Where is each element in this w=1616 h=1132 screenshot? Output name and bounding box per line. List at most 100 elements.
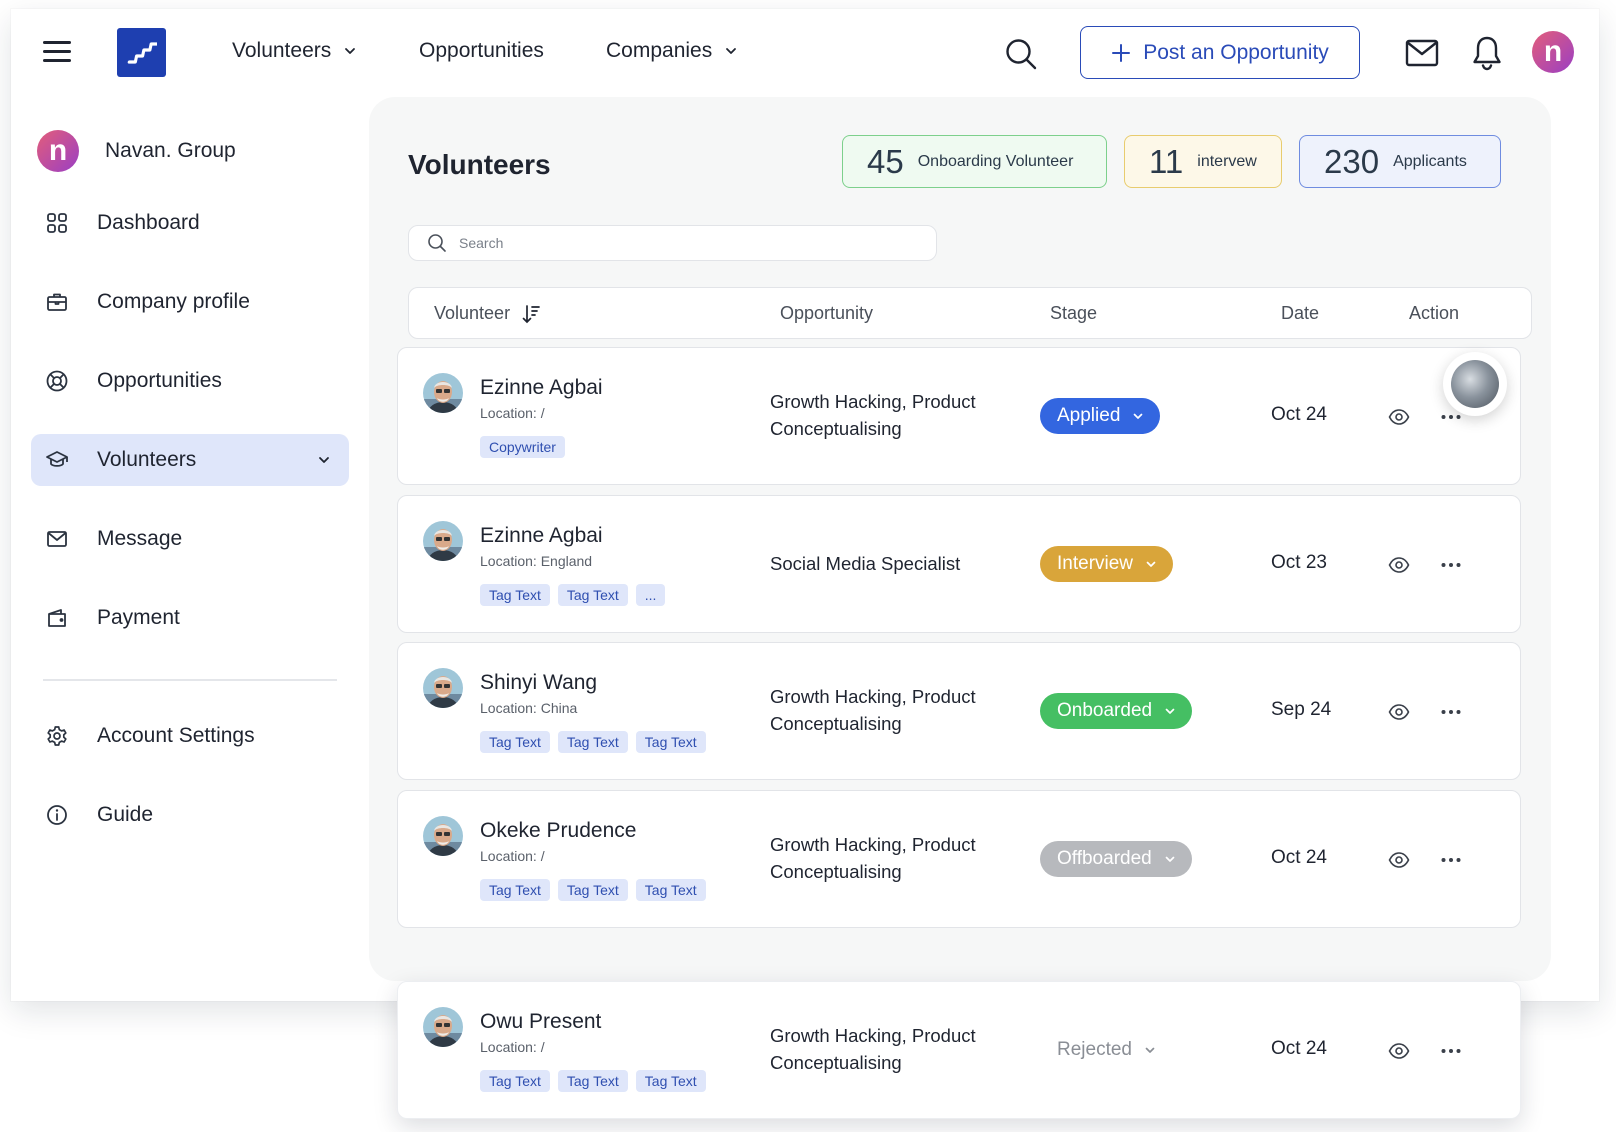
- stat-label: Onboarding Volunteer: [917, 152, 1074, 170]
- column-label: Volunteer: [434, 303, 511, 323]
- org-avatar: n: [37, 130, 79, 172]
- stat-interview[interactable]: 11 intervew: [1124, 135, 1282, 188]
- skill-tag: Tag Text: [480, 1070, 550, 1092]
- mail-icon[interactable]: [1405, 39, 1439, 67]
- search-icon[interactable]: [1004, 37, 1038, 71]
- eye-icon[interactable]: [1388, 1040, 1410, 1062]
- mail-icon: [45, 527, 69, 551]
- sidebar-item-guide[interactable]: Guide: [31, 789, 349, 841]
- table-row[interactable]: Owu Present Location: / Tag Text Tag Text…: [397, 981, 1521, 1119]
- user-avatar[interactable]: n: [1532, 31, 1574, 73]
- opportunity-line: Growth Hacking, Product: [770, 834, 976, 855]
- sidebar-item-volunteers[interactable]: Volunteers: [31, 434, 349, 486]
- stage-dropdown[interactable]: Offboarded: [1040, 841, 1192, 877]
- brand-logo[interactable]: [117, 28, 166, 77]
- volunteer-avatar[interactable]: [423, 1007, 463, 1047]
- top-navbar: Volunteers Opportunities Companies Post …: [11, 9, 1599, 97]
- plus-icon: [1112, 43, 1131, 62]
- volunteer-tags: Tag Text Tag Text Tag Text: [480, 1070, 706, 1092]
- sidebar-item-dashboard[interactable]: Dashboard: [31, 197, 349, 249]
- table-row[interactable]: Okeke Prudence Location: / Tag Text Tag T…: [397, 790, 1521, 928]
- eye-icon[interactable]: [1388, 849, 1410, 871]
- more-horizontal-icon[interactable]: [1440, 554, 1462, 576]
- post-opportunity-button[interactable]: Post an Opportunity: [1080, 26, 1360, 79]
- volunteer-name[interactable]: Ezinne Agbai: [480, 524, 603, 548]
- column-opportunity-header: Opportunity: [780, 303, 873, 324]
- column-date-header: Date: [1281, 303, 1319, 324]
- skill-tag: Copywriter: [480, 436, 565, 458]
- nav-opportunities-link[interactable]: Opportunities: [419, 39, 544, 63]
- column-volunteer-header[interactable]: Volunteer: [434, 303, 540, 324]
- stage-dropdown[interactable]: Onboarded: [1040, 693, 1193, 729]
- sidebar-item-message[interactable]: Message: [31, 513, 349, 565]
- briefcase-icon: [45, 290, 69, 314]
- sidebar-item-payment[interactable]: Payment: [31, 592, 349, 644]
- stat-value: 45: [867, 142, 904, 180]
- skill-tag: Tag Text: [480, 731, 550, 753]
- sidebar-item-opportunities[interactable]: Opportunities: [31, 355, 349, 407]
- chevron-down-icon: [1165, 708, 1175, 714]
- skill-tag: Tag Text: [480, 584, 550, 606]
- eye-icon[interactable]: [1388, 406, 1410, 428]
- opportunity-line: Conceptualising: [770, 1052, 902, 1073]
- row-date: Oct 24: [1271, 1038, 1327, 1059]
- row-date: Oct 24: [1271, 847, 1327, 868]
- sort-icon[interactable]: [522, 304, 540, 324]
- opportunity-text: Growth Hacking, Product Conceptualising: [770, 683, 1010, 737]
- volunteer-avatar[interactable]: [423, 816, 463, 856]
- hamburger-menu-icon[interactable]: [43, 41, 71, 63]
- search-input[interactable]: [459, 235, 899, 251]
- stage-label: Onboarded: [1057, 700, 1153, 721]
- grid-icon: [45, 211, 69, 235]
- more-horizontal-icon[interactable]: [1440, 849, 1462, 871]
- opportunity-line: Growth Hacking, Product: [770, 686, 976, 707]
- more-horizontal-icon[interactable]: [1440, 1040, 1462, 1062]
- chevron-down-icon: [1145, 1047, 1155, 1053]
- opportunity-line: Growth Hacking, Product: [770, 1025, 976, 1046]
- column-stage-header: Stage: [1050, 303, 1097, 324]
- volunteer-location: Location: China: [480, 700, 578, 716]
- stat-value: 11: [1149, 142, 1184, 180]
- skill-tag: Tag Text: [635, 731, 706, 753]
- volunteer-name[interactable]: Ezinne Agbai: [480, 376, 603, 400]
- sidebar-item-company-profile[interactable]: Company profile: [31, 276, 349, 328]
- volunteer-avatar[interactable]: [423, 668, 463, 708]
- search-icon: [428, 234, 446, 252]
- eye-icon[interactable]: [1388, 701, 1410, 723]
- stage-label: Interview: [1057, 553, 1134, 574]
- user-avatar-initial: n: [1543, 35, 1563, 68]
- table-row[interactable]: Ezinne Agbai Location: / Copywriter Grow…: [397, 347, 1521, 485]
- stat-applicants[interactable]: 230 Applicants: [1299, 135, 1501, 188]
- stage-dropdown[interactable]: Rejected: [1040, 1032, 1172, 1068]
- chevron-down-icon: [726, 48, 737, 54]
- sidebar-item-label: Opportunities: [97, 369, 222, 392]
- opportunity-line: Conceptualising: [770, 861, 902, 882]
- eye-icon[interactable]: [1388, 554, 1410, 576]
- volunteer-avatar[interactable]: [423, 373, 463, 413]
- opportunity-line: Conceptualising: [770, 418, 902, 439]
- more-horizontal-icon[interactable]: [1440, 701, 1462, 723]
- search-box[interactable]: [408, 225, 937, 261]
- table-row[interactable]: Shinyi Wang Location: China Tag Text Tag …: [397, 642, 1521, 780]
- sidebar-item-label: Company profile: [97, 290, 250, 313]
- sidebar-item-account-settings[interactable]: Account Settings: [31, 710, 349, 762]
- chevron-down-icon[interactable]: [317, 453, 331, 467]
- volunteer-name[interactable]: Okeke Prudence: [480, 819, 636, 843]
- stat-onboarding-volunteer[interactable]: 45 Onboarding Volunteer: [842, 135, 1107, 188]
- graduation-cap-icon: [45, 448, 69, 472]
- sidebar-item-label: Account Settings: [97, 724, 255, 747]
- column-label: Date: [1281, 303, 1320, 323]
- table-row[interactable]: Ezinne Agbai Location: England Tag Text T…: [397, 495, 1521, 633]
- stage-dropdown[interactable]: Interview: [1040, 546, 1174, 582]
- bell-icon[interactable]: [1470, 35, 1504, 71]
- opportunity-text: Growth Hacking, Product Conceptualising: [770, 388, 1010, 442]
- volunteer-name[interactable]: Owu Present: [480, 1010, 601, 1034]
- nav-volunteers-menu[interactable]: Volunteers: [232, 39, 357, 63]
- nav-companies-menu[interactable]: Companies: [606, 39, 738, 63]
- skill-tag: Tag Text: [635, 1070, 706, 1092]
- volunteer-avatar[interactable]: [423, 521, 463, 561]
- stage-dropdown[interactable]: Applied: [1040, 398, 1161, 434]
- volunteer-tags: Copywriter: [480, 436, 565, 458]
- info-icon: [45, 803, 69, 827]
- volunteer-name[interactable]: Shinyi Wang: [480, 671, 597, 695]
